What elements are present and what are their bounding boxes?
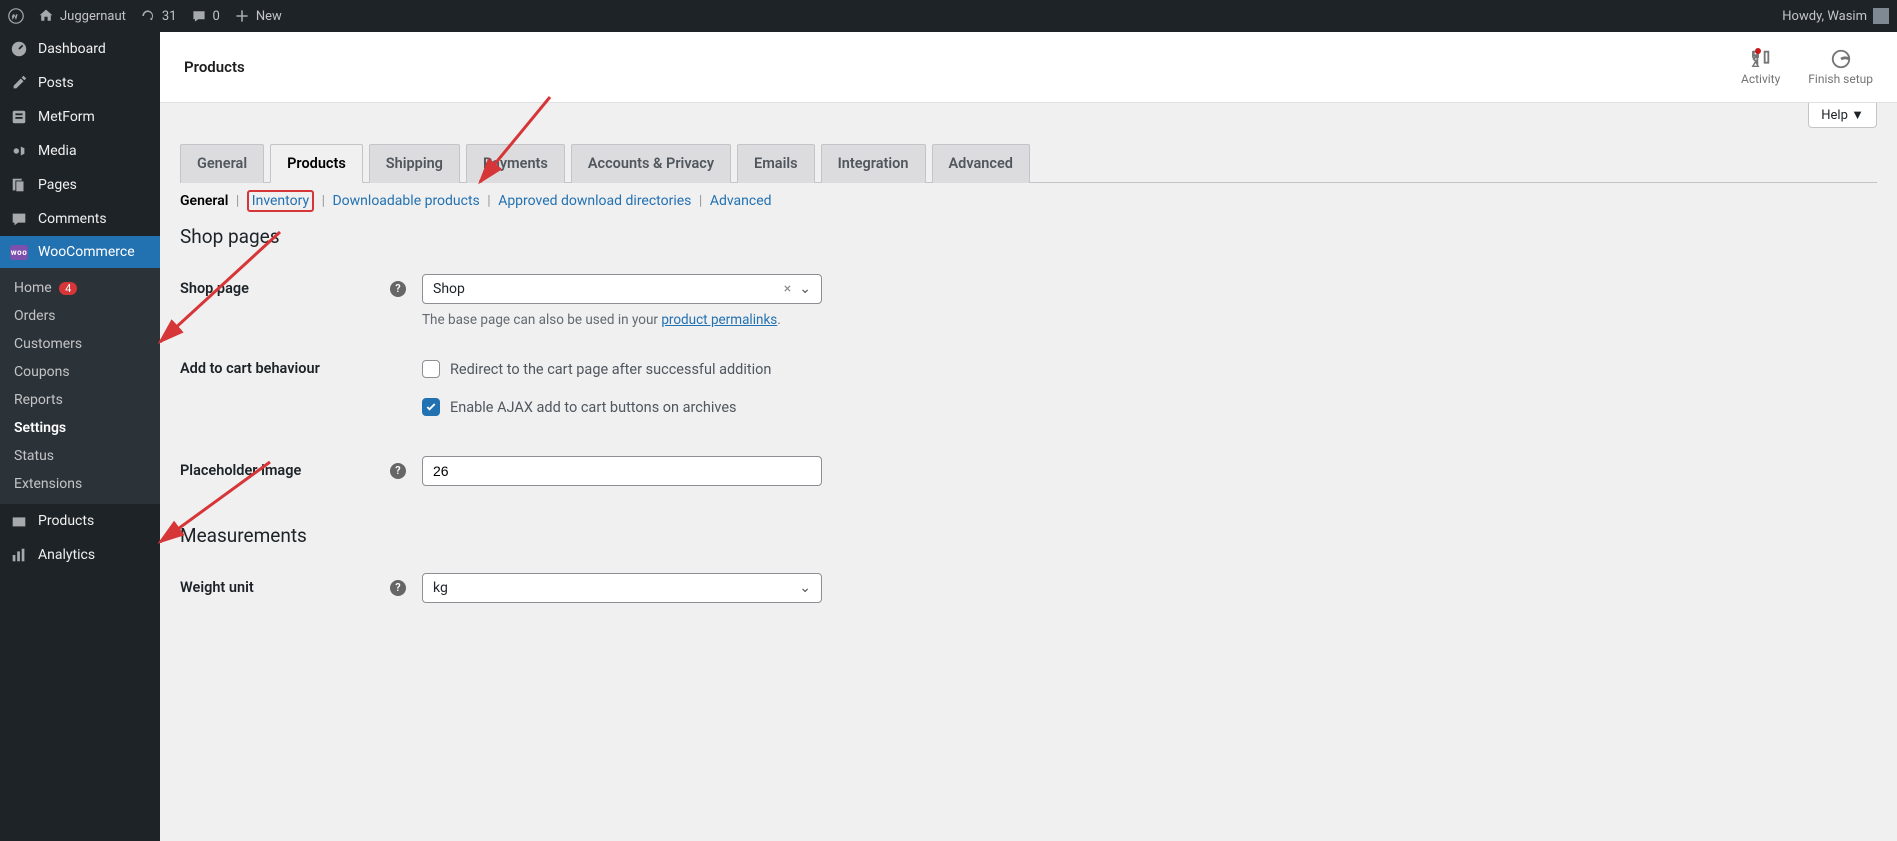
chevron-down-icon: ⌄: [799, 281, 811, 297]
submenu-home[interactable]: Home 4: [0, 274, 160, 302]
sidebar-item-analytics[interactable]: Analytics: [0, 538, 160, 572]
section-measurements: Measurements: [180, 524, 1877, 547]
woo-icon: woo: [10, 245, 28, 260]
wp-logo[interactable]: [8, 8, 24, 24]
new-button[interactable]: New: [234, 8, 282, 24]
placeholder-image-input[interactable]: [422, 456, 822, 486]
woocommerce-header: Products Activity Finish setup: [160, 32, 1897, 103]
redirect-checkbox[interactable]: [422, 360, 440, 378]
settings-tabs: General Products Shipping Payments Accou…: [180, 136, 1877, 183]
site-home[interactable]: Juggernaut: [38, 8, 126, 24]
site-title: Juggernaut: [60, 9, 126, 24]
tab-general[interactable]: General: [180, 144, 264, 183]
user-greeting[interactable]: Howdy, Wasim: [1782, 8, 1889, 24]
sidebar-item-pages[interactable]: Pages: [0, 168, 160, 202]
subtab-approved[interactable]: Approved download directories: [498, 193, 691, 209]
activity-button[interactable]: Activity: [1741, 48, 1780, 86]
finish-setup-button[interactable]: Finish setup: [1808, 48, 1873, 86]
avatar-icon: [1873, 8, 1889, 24]
help-icon[interactable]: ?: [390, 463, 406, 479]
updates[interactable]: 31: [140, 8, 177, 24]
comments-link[interactable]: 0: [191, 8, 220, 24]
admin-sidebar: Dashboard Posts MetForm Media Pages Comm…: [0, 32, 160, 841]
comments-count: 0: [213, 9, 220, 24]
section-shop-pages: Shop pages: [180, 225, 1877, 248]
sidebar-item-posts[interactable]: Posts: [0, 66, 160, 100]
subtab-inventory[interactable]: Inventory: [247, 190, 314, 212]
tab-accounts-privacy[interactable]: Accounts & Privacy: [571, 144, 731, 183]
chevron-down-icon: ⌄: [799, 580, 811, 596]
sidebar-item-woocommerce[interactable]: wooWooCommerce: [0, 236, 160, 268]
submenu-orders[interactable]: Orders: [0, 302, 160, 330]
help-icon[interactable]: ?: [390, 580, 406, 596]
submenu-status[interactable]: Status: [0, 442, 160, 470]
submenu-coupons[interactable]: Coupons: [0, 358, 160, 386]
updates-count: 31: [162, 9, 177, 24]
sidebar-item-products[interactable]: Products: [0, 504, 160, 538]
sidebar-item-media[interactable]: Media: [0, 134, 160, 168]
home-badge: 4: [59, 282, 77, 295]
sidebar-item-dashboard[interactable]: Dashboard: [0, 32, 160, 66]
field-weight-unit: Weight unit? kg ⌄: [180, 569, 1877, 625]
sub-tabs: General | Inventory | Downloadable produ…: [180, 193, 1877, 209]
weight-unit-select[interactable]: kg ⌄: [422, 573, 822, 603]
activity-dot-icon: [1755, 48, 1761, 54]
tab-payments[interactable]: Payments: [466, 144, 565, 183]
field-add-to-cart: Add to cart behaviour Redirect to the ca…: [180, 350, 1877, 452]
shop-page-select[interactable]: Shop ×⌄: [422, 274, 822, 304]
submenu-extensions[interactable]: Extensions: [0, 470, 160, 498]
subtab-general[interactable]: General: [180, 193, 228, 209]
submenu-settings[interactable]: Settings: [0, 414, 160, 442]
tab-advanced[interactable]: Advanced: [932, 144, 1030, 183]
new-label: New: [256, 9, 282, 24]
submenu-reports[interactable]: Reports: [0, 386, 160, 414]
help-button[interactable]: Help ▼: [1808, 103, 1877, 128]
submenu-customers[interactable]: Customers: [0, 330, 160, 358]
woocommerce-submenu: Home 4 Orders Customers Coupons Reports …: [0, 268, 160, 504]
tab-products[interactable]: Products: [270, 144, 363, 183]
field-placeholder-image: Placeholder image?: [180, 452, 1877, 508]
tab-shipping[interactable]: Shipping: [369, 144, 460, 183]
subtab-downloadable[interactable]: Downloadable products: [332, 193, 479, 209]
product-permalinks-link[interactable]: product permalinks: [661, 312, 777, 328]
clear-icon[interactable]: ×: [784, 281, 791, 297]
sidebar-item-metform[interactable]: MetForm: [0, 100, 160, 134]
subtab-advanced[interactable]: Advanced: [710, 193, 772, 209]
ajax-checkbox[interactable]: [422, 398, 440, 416]
tab-emails[interactable]: Emails: [737, 144, 815, 183]
admin-bar: Juggernaut 31 0 New Howdy, Wasim: [0, 0, 1897, 32]
shop-page-desc: The base page can also be used in your p…: [422, 312, 1022, 328]
sidebar-item-comments[interactable]: Comments: [0, 202, 160, 236]
page-title: Products: [184, 58, 245, 76]
help-icon[interactable]: ?: [390, 281, 406, 297]
tab-integration[interactable]: Integration: [821, 144, 926, 183]
content-area: Products Activity Finish setup Help ▼ Ge…: [160, 32, 1897, 841]
field-shop-page: Shop page? Shop ×⌄ The base page can als…: [180, 270, 1877, 350]
